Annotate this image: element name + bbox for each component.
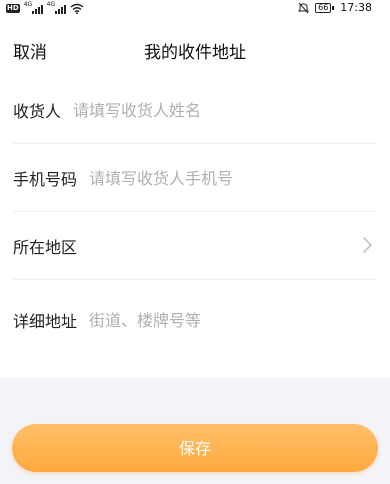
phone-label: 手机号码 — [13, 170, 78, 189]
status-bar: HD 4G 4G 66 17:38 — [0, 0, 390, 16]
signal-icon: 4G — [46, 0, 66, 14]
address-row: 详细地址 — [13, 285, 377, 355]
recipient-label: 收货人 — [13, 102, 62, 121]
recipient-row: 收货人 — [13, 77, 377, 144]
header: 取消 我的收件地址 — [0, 28, 390, 72]
region-selector[interactable]: 所在地区 — [13, 213, 377, 280]
wifi-icon — [70, 3, 84, 14]
address-input[interactable] — [89, 310, 377, 330]
phone-input[interactable] — [89, 168, 377, 188]
status-right: 66 17:38 — [298, 1, 372, 14]
address-label: 详细地址 — [13, 312, 78, 331]
signal-icon: 4G — [23, 0, 43, 14]
region-label: 所在地区 — [13, 238, 78, 257]
battery-level: 66 — [315, 2, 332, 13]
signal-label: 4G — [23, 0, 33, 8]
recipient-input[interactable] — [73, 100, 377, 120]
battery-icon: 66 — [315, 2, 335, 13]
phone-row: 手机号码 — [13, 145, 377, 212]
mute-icon — [298, 2, 310, 13]
chevron-right-icon — [363, 237, 372, 253]
status-left: HD 4G 4G — [6, 0, 84, 14]
save-button[interactable]: 保存 — [12, 424, 378, 472]
signal-label: 4G — [46, 0, 56, 8]
hd-badge: HD — [6, 3, 20, 13]
page-title: 我的收件地址 — [144, 43, 246, 63]
status-time: 17:38 — [340, 1, 372, 14]
